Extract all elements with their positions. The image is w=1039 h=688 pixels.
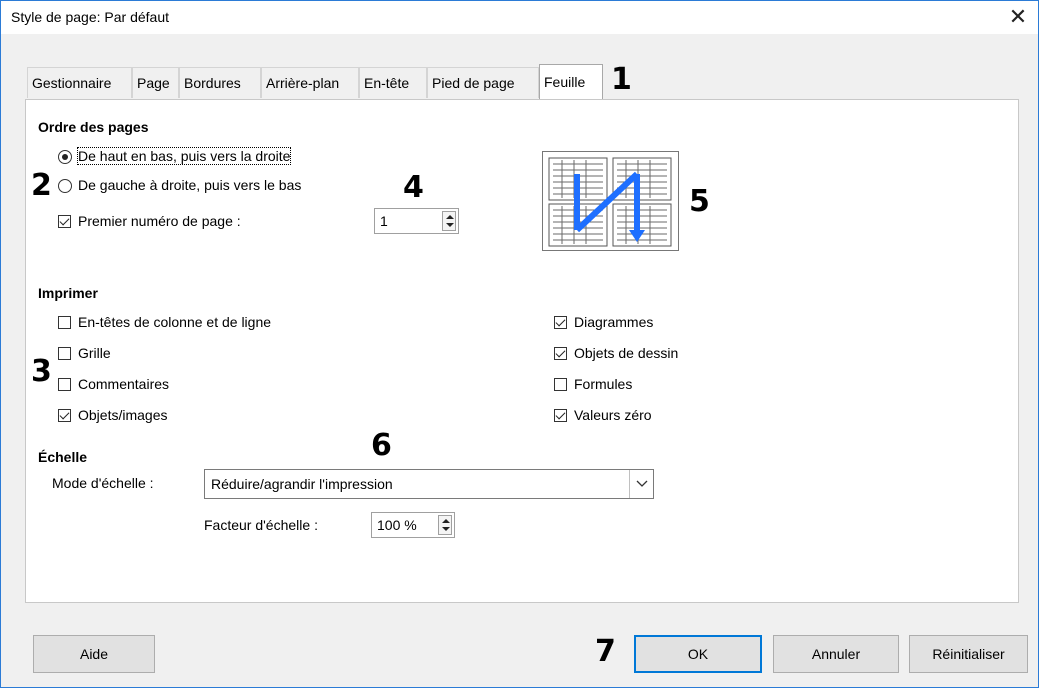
sheet-panel — [25, 99, 1019, 603]
scale-factor-label: Facteur d'échelle : — [204, 517, 318, 533]
page-order-diagram-icon — [548, 157, 672, 247]
print-heading: Imprimer — [38, 285, 98, 301]
radio-left-then-down[interactable] — [58, 179, 72, 193]
help-button[interactable]: Aide — [33, 635, 155, 673]
scale-factor-spinbox[interactable]: 100 % — [371, 512, 455, 538]
formulas-label[interactable]: Formules — [574, 376, 632, 392]
callout-6: 6 — [371, 428, 392, 463]
chevron-down-icon[interactable] — [629, 470, 653, 498]
objects-images-label[interactable]: Objets/images — [78, 407, 167, 423]
dialog-window: Style de page: Par défaut ✕ Gestionnaire… — [0, 0, 1039, 688]
tab-en-tete[interactable]: En-tête — [359, 67, 427, 98]
spin-down-icon[interactable] — [442, 527, 450, 531]
close-icon[interactable]: ✕ — [1004, 4, 1032, 30]
tab-feuille[interactable]: Feuille — [539, 64, 603, 99]
drawing-objects-label[interactable]: Objets de dessin — [574, 345, 678, 361]
radio-left-then-down-label[interactable]: De gauche à droite, puis vers le bas — [78, 177, 301, 193]
callout-1: 1 — [611, 62, 632, 97]
charts-checkbox[interactable] — [554, 316, 567, 329]
tab-bordures[interactable]: Bordures — [179, 67, 261, 98]
drawing-objects-checkbox[interactable] — [554, 347, 567, 360]
tab-page[interactable]: Page — [132, 67, 179, 98]
tab-arriere-plan[interactable]: Arrière-plan — [261, 67, 359, 98]
objects-images-checkbox[interactable] — [58, 409, 71, 422]
comments-checkbox[interactable] — [58, 378, 71, 391]
callout-4: 4 — [403, 170, 424, 205]
tab-pied-de-page[interactable]: Pied de page — [427, 67, 539, 98]
callout-7: 7 — [595, 634, 616, 669]
spin-up-icon[interactable] — [442, 519, 450, 523]
spin-buttons[interactable] — [438, 515, 452, 535]
comments-label[interactable]: Commentaires — [78, 376, 169, 392]
grid-checkbox[interactable] — [58, 347, 71, 360]
spin-up-icon[interactable] — [446, 215, 454, 219]
col-row-headers-checkbox[interactable] — [58, 316, 71, 329]
dialog-title: Style de page: Par défaut — [11, 9, 169, 25]
scale-mode-value: Réduire/agrandir l'impression — [211, 476, 393, 492]
tab-gestionnaire[interactable]: Gestionnaire — [27, 67, 132, 98]
first-page-number-checkbox[interactable] — [58, 215, 71, 228]
formulas-checkbox[interactable] — [554, 378, 567, 391]
reset-button[interactable]: Réinitialiser — [909, 635, 1028, 673]
spin-buttons[interactable] — [442, 211, 456, 231]
first-page-number-spinbox[interactable]: 1 — [374, 208, 459, 234]
radio-top-then-right-label[interactable]: De haut en bas, puis vers la droite — [76, 147, 292, 165]
ok-button[interactable]: OK — [634, 635, 762, 673]
zero-values-checkbox[interactable] — [554, 409, 567, 422]
callout-3: 3 — [31, 354, 52, 389]
page-order-heading: Ordre des pages — [38, 119, 149, 135]
first-page-number-value: 1 — [380, 213, 388, 229]
title-bar: Style de page: Par défaut ✕ — [1, 1, 1038, 34]
charts-label[interactable]: Diagrammes — [574, 314, 653, 330]
scale-factor-value: 100 % — [377, 517, 417, 533]
page-order-preview — [542, 151, 679, 251]
col-row-headers-label[interactable]: En-têtes de colonne et de ligne — [78, 314, 271, 330]
scale-mode-select[interactable]: Réduire/agrandir l'impression — [204, 469, 654, 499]
grid-label[interactable]: Grille — [78, 345, 111, 361]
radio-top-then-right[interactable] — [58, 150, 72, 164]
spin-down-icon[interactable] — [446, 223, 454, 227]
first-page-number-label[interactable]: Premier numéro de page : — [78, 213, 241, 229]
scale-mode-label: Mode d'échelle : — [52, 475, 154, 491]
zero-values-label[interactable]: Valeurs zéro — [574, 407, 652, 423]
cancel-button[interactable]: Annuler — [773, 635, 899, 673]
scale-heading: Échelle — [38, 449, 88, 465]
callout-2: 2 — [31, 168, 52, 203]
callout-5: 5 — [689, 184, 710, 219]
